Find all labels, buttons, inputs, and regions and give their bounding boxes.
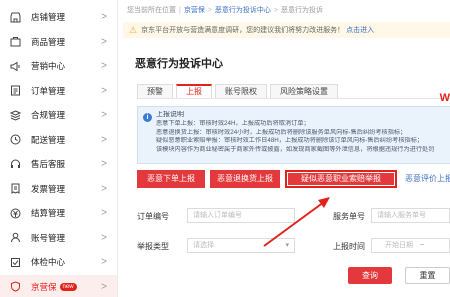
query-button[interactable]: 查询 (348, 267, 392, 284)
tab-divider (137, 98, 450, 99)
store-icon (8, 10, 22, 24)
delivery-icon (8, 133, 22, 147)
info-panel: i 上报说明 恶意下单上报：审核时效24H，上报成功后将取消订单； 恶意退换货上… (137, 106, 450, 164)
sidebar-item-product[interactable]: 商品管理 > (0, 30, 117, 55)
sidebar-item-account[interactable]: 账号管理 > (0, 226, 117, 251)
breadcrumb: 您当前所在位置 | 京营保 > 恶意行为投诉中心 > 恶意行为投诉 (127, 7, 324, 14)
corner-mark: W (439, 92, 450, 104)
chevron-right-icon: > (101, 232, 107, 244)
time-separator: ~ (419, 242, 425, 249)
chevron-right-icon: > (101, 85, 107, 97)
sidebar-item-compliance[interactable]: 合规管理 > (0, 103, 117, 128)
time-start-placeholder: 开始日期 (385, 242, 413, 249)
tab-account-restrict[interactable]: 账号限权 (215, 84, 267, 99)
chevron-down-icon: ▾ (285, 242, 289, 249)
malicious-review-report-button[interactable]: 恶意评价上报 (402, 170, 450, 188)
sidebar-item-jingyingbao[interactable]: 京营保 new > (0, 274, 117, 297)
sidebar-item-order[interactable]: 订单管理 > (0, 79, 117, 104)
breadcrumb-item[interactable]: 京营保 (184, 7, 205, 14)
sidebar-item-label: 配送管理 (31, 134, 66, 145)
sidebar-item-label: 账号管理 (31, 232, 66, 243)
sidebar: 店铺管理 > 商品管理 > 营销中心 > 订单管理 > 合规管理 > 配送管理 … (0, 0, 118, 297)
sidebar-item-store[interactable]: 店铺管理 > (0, 5, 117, 30)
chevron-right-icon: > (101, 256, 107, 268)
sidebar-item-checkup[interactable]: 体检中心 > (0, 250, 117, 275)
chevron-right-icon: > (101, 281, 107, 293)
info-line: 恶意下单上报：审核时效24H，上报成功后将取消订单； (156, 119, 310, 127)
breadcrumb-current: 恶意行为投诉 (281, 7, 324, 14)
notice-text: 京东平台开放与营造满意度调研，您的建议我们将努力改进服务！ (141, 27, 345, 34)
sidebar-item-delivery[interactable]: 配送管理 > (0, 128, 117, 153)
warning-icon: ⚠ (129, 24, 138, 35)
breadcrumb-prefix: 您当前所在位置 (127, 7, 176, 14)
tab-warning[interactable]: 预警 (137, 84, 173, 99)
sidebar-item-invoice[interactable]: 发票管理 > (0, 177, 117, 202)
sidebar-item-settlement[interactable]: 结算管理 > (0, 201, 117, 226)
report-type-buttons: 恶意下单上报 恶意退换货上报 疑似恶意职业索赔举报 恶意评价上报 (137, 170, 450, 188)
invoice-icon (8, 182, 22, 196)
order-number-label: 订单编号 (137, 212, 169, 221)
breadcrumb-item[interactable]: 恶意行为投诉中心 (215, 7, 271, 14)
chevron-right-icon: > (101, 158, 107, 170)
aftersale-icon (8, 157, 22, 171)
report-time-label: 上报时间 (333, 242, 365, 251)
sidebar-item-marketing[interactable]: 营销中心 > (0, 54, 117, 79)
sidebar-item-label: 结算管理 (31, 208, 66, 219)
report-time-range[interactable]: 开始日期 ~ (371, 238, 450, 253)
settlement-icon (8, 206, 22, 220)
main-content: 您当前所在位置 | 京营保 > 恶意行为投诉中心 > 恶意行为投诉 ⚠ 京东平台开放与营造满… (119, 0, 450, 297)
chevron-right-icon: > (101, 183, 107, 195)
service-number-input[interactable]: 请输入服务单号 (371, 208, 450, 223)
order-icon (8, 84, 22, 98)
chevron-right-icon: > (101, 134, 107, 146)
reset-button[interactable]: 重置 (405, 267, 450, 284)
sidebar-item-label: 京营保 (31, 281, 57, 292)
checkup-icon (8, 255, 22, 269)
info-line: 疑似恶意职业索赔举报：审核时效工作日48H，上报成功将删除该订单风向标-售后纠纷… (156, 137, 424, 145)
report-type-value: 请选择 (193, 242, 214, 249)
tab-report[interactable]: 上报 (176, 84, 212, 99)
sidebar-item-label: 店铺管理 (31, 12, 66, 23)
tab-bar: 预警 上报 账号限权 风险策略设置 (137, 84, 341, 99)
chevron-right-icon: > (101, 11, 107, 23)
report-type-label: 举报类型 (137, 242, 169, 251)
service-number-label: 服务单号 (333, 212, 365, 221)
notice-bar: ⚠ 京东平台开放与营造满意度调研，您的建议我们将努力改进服务！ 点击进入 (123, 22, 450, 38)
tab-risk-strategy[interactable]: 风险策略设置 (270, 84, 338, 99)
notice-link[interactable]: 点击进入 (346, 25, 374, 35)
report-type-select[interactable]: 请选择 ▾ (187, 238, 295, 253)
new-badge: new (59, 282, 77, 291)
shield-icon (8, 280, 22, 294)
sidebar-item-label: 体检中心 (31, 257, 66, 268)
sidebar-item-label: 商品管理 (31, 36, 66, 47)
chevron-right-icon: > (101, 207, 107, 219)
professional-claim-report-button[interactable]: 疑似恶意职业索赔举报 (285, 170, 397, 188)
sidebar-item-label: 发票管理 (31, 183, 66, 194)
info-line: 恶意退换货上报：审核时效24小时，上报成功后将删除该服务单风向标-售后纠纷考核指… (156, 128, 407, 136)
info-icon: i (143, 113, 152, 122)
chevron-right-icon: > (101, 60, 107, 72)
product-icon (8, 35, 22, 49)
chevron-right-icon: > (101, 36, 107, 48)
compliance-icon (8, 108, 22, 122)
order-number-input[interactable]: 请输入订单编号 (187, 208, 295, 223)
marketing-icon (8, 59, 22, 73)
sidebar-item-label: 售后客服 (31, 159, 66, 170)
malicious-return-report-button[interactable]: 恶意退换货上报 (210, 170, 280, 188)
malicious-order-report-button[interactable]: 恶意下单上报 (137, 170, 205, 188)
sidebar-item-label: 合规管理 (31, 110, 66, 121)
info-title: 上报说明 (156, 111, 184, 118)
info-line: 该模块内容作为商业秘密属于商家外传或披露，如发现商家截图等外泄信息，将根据违规行… (156, 146, 435, 154)
account-icon (8, 231, 22, 245)
chevron-right-icon: > (101, 109, 107, 121)
sidebar-item-aftersale[interactable]: 售后客服 > (0, 152, 117, 177)
sidebar-item-label: 订单管理 (31, 85, 66, 96)
page-title: 恶意行为投诉中心 (135, 58, 223, 70)
sidebar-item-label: 营销中心 (31, 61, 66, 72)
